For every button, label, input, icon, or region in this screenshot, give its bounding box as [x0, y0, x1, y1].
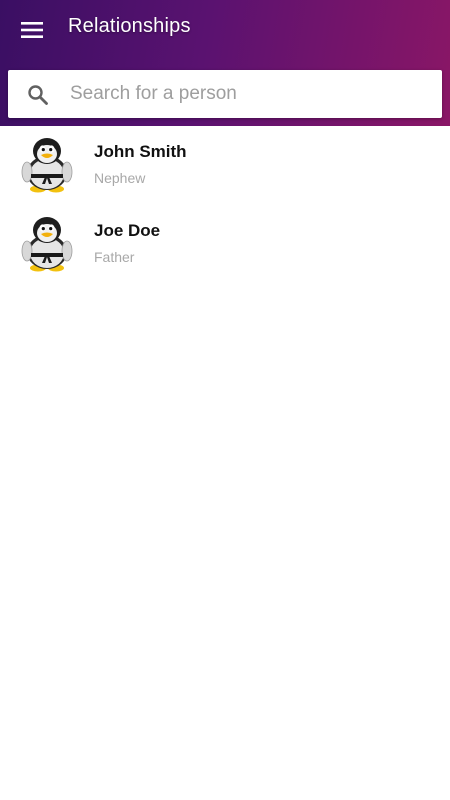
- search-bar[interactable]: [8, 70, 442, 118]
- penguin-avatar-icon: [21, 217, 73, 272]
- penguin-avatar-icon: [21, 138, 73, 193]
- person-name: Joe Doe: [94, 221, 161, 240]
- search-icon: [28, 85, 48, 105]
- app-root: Relationships Search for a person John S…: [0, 0, 450, 800]
- person-name: John Smith: [94, 142, 187, 161]
- search-input[interactable]: [70, 78, 430, 110]
- page-title: Relationships: [68, 15, 191, 37]
- people-list: John Smith Nephew Joe Doe Father: [0, 126, 450, 284]
- list-item[interactable]: Joe Doe Father: [0, 205, 450, 284]
- app-header: Relationships: [0, 0, 450, 126]
- person-relation: Father: [94, 249, 135, 265]
- list-item[interactable]: John Smith Nephew: [0, 126, 450, 205]
- person-relation: Nephew: [94, 170, 146, 186]
- hamburger-menu-icon: [21, 22, 43, 38]
- menu-button[interactable]: [12, 12, 52, 48]
